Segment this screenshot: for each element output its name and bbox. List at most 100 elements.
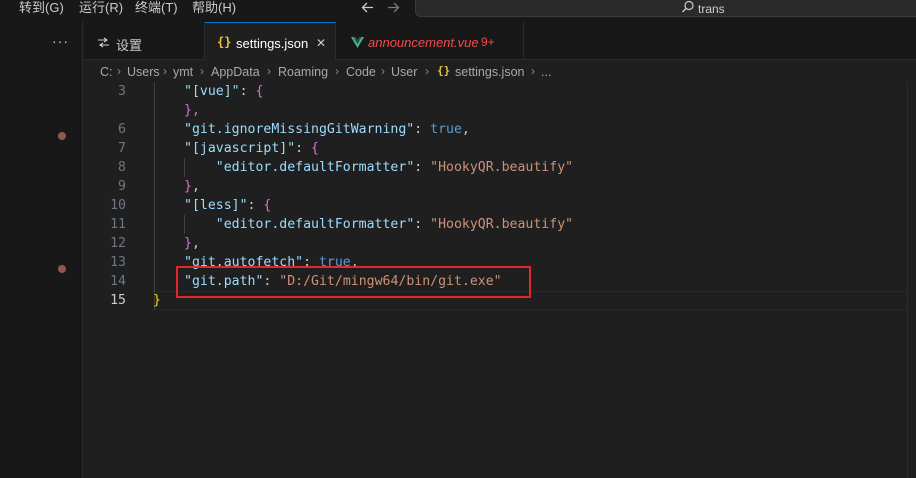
arrow-right-icon[interactable] <box>386 0 401 18</box>
breadcrumb-item[interactable]: AppData <box>211 65 260 79</box>
code-token: "HookyQR.beautify" <box>430 160 574 175</box>
code-token: : <box>414 160 431 175</box>
code-token: , <box>191 179 200 194</box>
code-line: 3 "[vue]": { <box>84 82 916 101</box>
code-text: "[javascript]": { <box>184 139 319 158</box>
code-token: , <box>461 122 470 137</box>
code-text: "[less]": { <box>184 196 271 215</box>
code-token: true <box>430 122 462 137</box>
code-token: { <box>311 141 319 156</box>
code-line: }, <box>84 101 916 120</box>
code-token: { <box>263 198 272 213</box>
chevron-right-icon: › <box>531 64 535 78</box>
menu-run[interactable]: 运行(R) <box>79 0 123 16</box>
code-token: "editor.defaultFormatter" <box>215 160 415 175</box>
code-text: "editor.defaultFormatter": "HookyQR.beau… <box>184 215 573 234</box>
code-text: } <box>153 291 161 310</box>
menu-goto[interactable]: 转到(G) <box>19 0 64 16</box>
code-line: 9}, <box>84 177 916 196</box>
line-number: 3 <box>118 84 126 99</box>
line-number: 10 <box>110 198 126 213</box>
close-icon[interactable]: ✕ <box>316 36 326 50</box>
line-number: 7 <box>118 141 126 156</box>
highlight-annotation-box <box>176 266 531 298</box>
breakpoint-dot[interactable] <box>58 265 66 273</box>
line-number: 13 <box>110 255 126 270</box>
code-line: 7 "[javascript]": { <box>84 139 916 158</box>
code-line: 10 "[less]": { <box>84 196 916 215</box>
breadcrumb-item[interactable]: Roaming <box>278 65 328 79</box>
code-token: : <box>247 198 264 213</box>
code-text: }, <box>184 177 200 196</box>
breadcrumb-item[interactable]: ... <box>541 65 551 79</box>
tab-settings-json-label: settings.json <box>236 36 309 51</box>
code-text: }, <box>184 101 200 120</box>
code-token: "git.ignoreMissingGitWarning" <box>184 122 415 137</box>
code-line: 11 "editor.defaultFormatter": "HookyQR.b… <box>84 215 916 234</box>
breadcrumb-item[interactable]: Users <box>127 65 160 79</box>
code-line: 12}, <box>84 234 916 253</box>
code-text: "editor.defaultFormatter": "HookyQR.beau… <box>184 158 573 177</box>
code-text: "[vue]": { <box>184 82 263 101</box>
code-token: : <box>239 84 256 99</box>
code-token: } <box>153 293 161 308</box>
code-token: "[vue]" <box>184 84 240 99</box>
breadcrumb-item[interactable]: settings.json <box>455 65 524 79</box>
tab-announcement-vue-label: announcement.vue <box>368 35 479 50</box>
code-line: 6 "git.ignoreMissingGitWarning": true, <box>84 120 916 139</box>
breadcrumb-item[interactable]: User <box>391 65 417 79</box>
chevron-right-icon: › <box>381 64 385 78</box>
code-token: "HookyQR.beautify" <box>430 217 574 232</box>
code-token: } <box>184 179 192 194</box>
code-token: : <box>414 122 431 137</box>
code-token: : <box>295 141 312 156</box>
vertical-scrollbar[interactable] <box>907 82 916 478</box>
breadcrumb-item[interactable]: ymt <box>173 65 193 79</box>
problems-badge: 9+ <box>481 35 495 49</box>
menu-terminal[interactable]: 终端(T) <box>135 0 178 16</box>
chevron-right-icon: › <box>117 64 121 78</box>
menu-help[interactable]: 帮助(H) <box>192 0 236 16</box>
tab-settings-label: 设置 <box>116 38 143 53</box>
line-number: 11 <box>110 217 126 232</box>
code-token: }, <box>184 103 200 118</box>
search-icon <box>681 0 695 14</box>
tab-announcement-vue[interactable]: announcement.vue 9+ <box>336 22 524 60</box>
breadcrumb: C: › Users › ymt › AppData › Roaming › C… <box>84 60 916 82</box>
code-token: "[less]" <box>184 198 248 213</box>
code-token: } <box>184 236 192 251</box>
code-token: { <box>255 84 264 99</box>
code-token: , <box>191 236 200 251</box>
code-line: 8 "editor.defaultFormatter": "HookyQR.be… <box>84 158 916 177</box>
line-number: 9 <box>118 179 126 194</box>
settings-icon <box>97 36 110 51</box>
code-text: }, <box>184 234 200 253</box>
chevron-right-icon: › <box>335 64 339 78</box>
breakpoint-dot[interactable] <box>58 132 66 140</box>
json-braces-icon: {} <box>437 64 451 77</box>
breadcrumb-item[interactable]: Code <box>346 65 376 79</box>
chevron-right-icon: › <box>425 64 429 78</box>
json-braces-icon: {} <box>217 35 232 49</box>
code-token: "[javascript]" <box>184 141 296 156</box>
chevron-right-icon: › <box>163 64 167 78</box>
line-number: 15 <box>110 293 126 308</box>
arrow-left-icon[interactable] <box>360 0 375 18</box>
vue-icon <box>351 36 364 51</box>
command-center-text: trans <box>698 2 725 16</box>
tab-bar: 设置 {} settings.json ✕ announcement.vue 9… <box>84 22 916 60</box>
line-number: 6 <box>118 122 126 137</box>
title-bar: 转到(G) 运行(R) 终端(T) 帮助(H) trans <box>0 0 916 22</box>
line-number: 12 <box>110 236 126 251</box>
line-number: 8 <box>118 160 126 175</box>
more-actions-button[interactable]: ··· <box>52 33 69 49</box>
sidebar: ··· <box>0 22 83 478</box>
code-token: "editor.defaultFormatter" <box>215 217 415 232</box>
tab-settings[interactable]: 设置 <box>84 22 205 60</box>
tab-settings-json[interactable]: {} settings.json ✕ <box>205 22 336 60</box>
command-center[interactable]: trans <box>415 0 916 17</box>
chevron-right-icon: › <box>200 64 204 78</box>
breadcrumb-item[interactable]: C: <box>100 65 113 79</box>
